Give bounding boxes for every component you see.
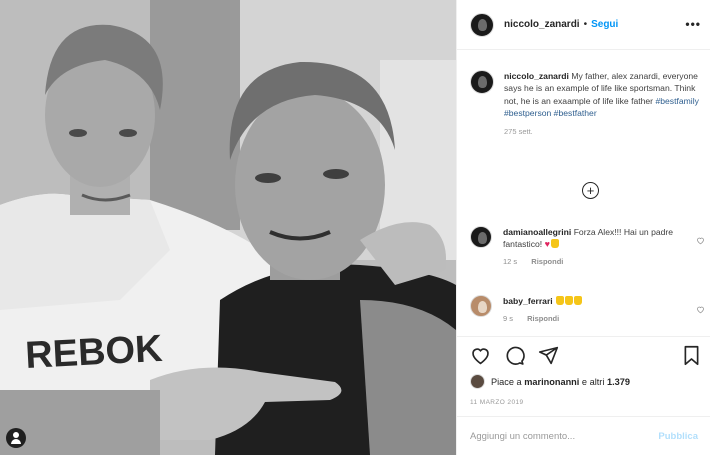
comment-time: 9 s: [503, 314, 514, 323]
post-date: 11 MARZO 2019: [470, 399, 524, 406]
photo-illustration: REBOK: [0, 0, 456, 455]
shirt-logo: REBOK: [24, 328, 164, 377]
likes-summary[interactable]: Piace a marinonanni e altri 1.379: [470, 374, 630, 389]
post-photo[interactable]: REBOK: [0, 0, 456, 455]
comment-reply-button[interactable]: Rispondi: [527, 314, 559, 323]
comment-meta: 12 s Rispondi: [503, 256, 679, 268]
comment-meta: 9 s Rispondi: [503, 313, 679, 325]
comment-item: damianoallegrini Forza Alex!!! Hai un pa…: [470, 226, 705, 268]
share-icon[interactable]: [538, 345, 559, 366]
bookmark-icon[interactable]: [682, 345, 701, 366]
load-more-comments-icon[interactable]: +: [582, 182, 599, 199]
likes-user[interactable]: marinonanni: [524, 377, 579, 387]
comment-body: damianoallegrini Forza Alex!!! Hai un pa…: [503, 226, 679, 268]
bookmark-button[interactable]: [682, 345, 701, 366]
post-sidebar: niccolo_zanardi • Segui ••• niccolo_zana…: [456, 0, 710, 455]
comment-item: baby_ferrari 9 s Rispondi: [470, 295, 705, 325]
follow-button[interactable]: Segui: [591, 19, 618, 30]
more-options-icon[interactable]: •••: [685, 17, 701, 31]
comment-user[interactable]: baby_ferrari: [503, 296, 553, 306]
flexed-biceps-emoji-icon: [565, 296, 574, 305]
comment-icon[interactable]: [504, 345, 525, 366]
heart-icon[interactable]: [470, 345, 491, 366]
comment-time: 12 s: [503, 257, 518, 266]
heart-emoji-icon: ♥: [544, 239, 550, 249]
post-caption: niccolo_zanardi My father, alex zanardi,…: [470, 70, 702, 138]
caption-text-block: niccolo_zanardi My father, alex zanardi,…: [504, 70, 702, 138]
action-icons: [470, 345, 559, 366]
comment-like-icon[interactable]: [696, 236, 705, 245]
likes-prefix: Piace a: [491, 376, 522, 387]
publish-button[interactable]: Pubblica: [658, 431, 698, 442]
comment-avatar[interactable]: [470, 295, 492, 317]
caption-author-avatar[interactable]: [470, 70, 494, 94]
author-avatar[interactable]: [470, 12, 494, 37]
liker-avatar: [470, 374, 485, 389]
comment-input[interactable]: [470, 430, 659, 442]
comment-user[interactable]: damianoallegrini: [503, 227, 571, 237]
comment-avatar[interactable]: [470, 226, 492, 248]
tagged-users-icon[interactable]: [6, 428, 26, 448]
likes-count[interactable]: 1.379: [607, 377, 630, 387]
post-header: niccolo_zanardi • Segui •••: [457, 0, 710, 50]
author-username[interactable]: niccolo_zanardi: [504, 19, 580, 30]
likes-suffix: e altri: [581, 376, 605, 387]
caption-time: 275 sett.: [504, 127, 533, 137]
caption-author[interactable]: niccolo_zanardi: [504, 71, 569, 81]
comment-body: baby_ferrari 9 s Rispondi: [503, 295, 679, 325]
flexed-biceps-emoji-icon: [556, 296, 565, 305]
comment-reply-button[interactable]: Rispondi: [531, 257, 563, 266]
comment-like-icon[interactable]: [696, 305, 705, 314]
thumbs-up-emoji-icon: [550, 239, 559, 248]
flexed-biceps-emoji-icon: [574, 296, 583, 305]
separator-dot: •: [583, 19, 588, 30]
add-comment-bar: Pubblica: [457, 416, 710, 455]
